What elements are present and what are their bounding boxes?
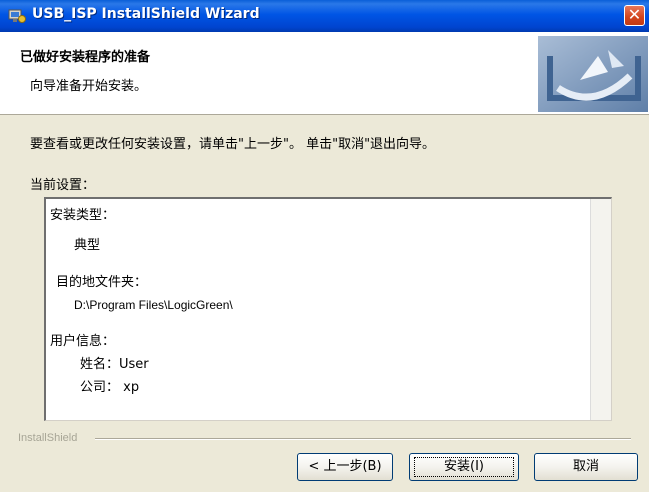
installer-app-icon bbox=[8, 9, 26, 23]
back-button[interactable]: < 上一步(B) bbox=[297, 453, 393, 481]
setup-type-label: 安装类型： bbox=[50, 208, 116, 223]
install-button[interactable]: 安装(I) bbox=[409, 453, 519, 481]
user-info-label: 用户信息： bbox=[50, 334, 116, 349]
settings-scrollbar[interactable] bbox=[591, 199, 611, 420]
settings-content: 安装类型： 典型 目的地文件夹： D:\Program Files\LogicG… bbox=[46, 199, 591, 420]
installshield-logo-icon bbox=[538, 36, 648, 112]
settings-summary-box[interactable]: 安装类型： 典型 目的地文件夹： D:\Program Files\LogicG… bbox=[44, 197, 612, 421]
user-name-line: 姓名：User bbox=[80, 357, 149, 372]
window-title: USB_ISP InstallShield Wizard bbox=[32, 6, 260, 22]
current-settings-label: 当前设置： bbox=[30, 178, 96, 193]
title-bar[interactable]: USB_ISP InstallShield Wizard ✕ bbox=[0, 0, 649, 32]
instruction-text: 要查看或更改任何安装设置，请单击"上一步"。 单击"取消"退出向导。 bbox=[30, 137, 436, 152]
focus-outline bbox=[414, 457, 514, 477]
company-line: 公司： xp bbox=[80, 380, 140, 395]
installer-window: USB_ISP InstallShield Wizard ✕ 已做好安装程序的准… bbox=[0, 0, 649, 492]
cancel-button[interactable]: 取消 bbox=[534, 453, 638, 481]
page-subtitle: 向导准备开始安装。 bbox=[30, 79, 148, 94]
page-title: 已做好安装程序的准备 bbox=[20, 50, 151, 65]
destination-folder-label: 目的地文件夹： bbox=[56, 275, 148, 290]
installshield-brand: InstallShield bbox=[18, 432, 78, 444]
close-button[interactable]: ✕ bbox=[624, 5, 645, 26]
wizard-header: 已做好安装程序的准备 向导准备开始安装。 bbox=[0, 32, 649, 115]
setup-type-value: 典型 bbox=[74, 238, 101, 253]
footer-divider bbox=[95, 438, 631, 440]
destination-folder-value: D:\Program Files\LogicGreen\ bbox=[74, 298, 233, 312]
